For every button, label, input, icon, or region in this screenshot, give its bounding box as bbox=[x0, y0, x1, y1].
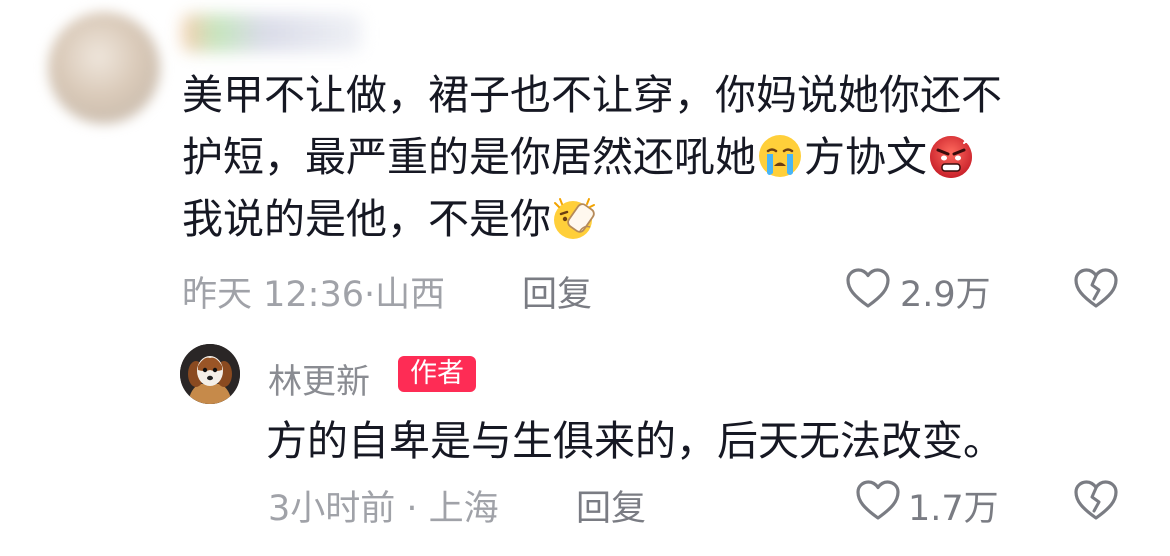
comment-line-1: 美甲不让做，裙子也不让穿，你妈说她你还不 bbox=[182, 71, 1002, 119]
crying-emoji-icon bbox=[757, 133, 803, 179]
reply-location: 上海 bbox=[428, 489, 499, 529]
comment-location: 山西 bbox=[375, 275, 446, 315]
comment-like-button[interactable] bbox=[844, 266, 892, 310]
broken-heart-icon bbox=[1074, 480, 1118, 520]
comment-line-3: 我说的是他，不是你 bbox=[182, 188, 1112, 250]
dog-avatar-icon bbox=[180, 344, 240, 404]
reply-reply-button[interactable]: 回复 bbox=[576, 480, 646, 531]
comment-time: 昨天 12:36 bbox=[182, 275, 364, 315]
broken-heart-icon bbox=[1074, 268, 1118, 308]
reply-like-count: 1.7万 bbox=[908, 489, 999, 529]
commenter-name-blurred[interactable] bbox=[182, 14, 362, 52]
commenter-avatar[interactable] bbox=[48, 12, 160, 124]
author-name[interactable]: 林更新 bbox=[268, 354, 370, 403]
comment-like-count: 2.9万 bbox=[900, 275, 991, 315]
reply-like-button[interactable] bbox=[854, 478, 902, 522]
comment-meta: 昨天 12:36·山西 bbox=[182, 275, 446, 315]
comment-text: 美甲不让做，裙子也不让穿，你妈说她你还不 护短，最严重的是你居然还吼她 方协文 … bbox=[182, 64, 1112, 250]
heart-outline-icon bbox=[846, 268, 890, 308]
reply-time: 3小时前 bbox=[268, 489, 396, 529]
reply-dislike-button[interactable] bbox=[1072, 478, 1120, 522]
author-avatar[interactable] bbox=[180, 344, 240, 404]
comment-dislike-button[interactable] bbox=[1072, 266, 1120, 310]
slap-emoji-icon bbox=[552, 195, 598, 241]
heart-outline-icon bbox=[856, 480, 900, 520]
reply-text: 方的自卑是与生俱来的，后天无法改变。 bbox=[266, 417, 1004, 465]
reply-meta: 3小时前 · 上海 bbox=[268, 489, 499, 529]
comment-line-2: 护短，最严重的是你居然还吼她 方协文 bbox=[182, 126, 1112, 188]
comment-reply-button[interactable]: 回复 bbox=[522, 266, 592, 317]
angry-emoji-icon bbox=[928, 133, 974, 179]
author-badge: 作者 bbox=[398, 356, 476, 392]
